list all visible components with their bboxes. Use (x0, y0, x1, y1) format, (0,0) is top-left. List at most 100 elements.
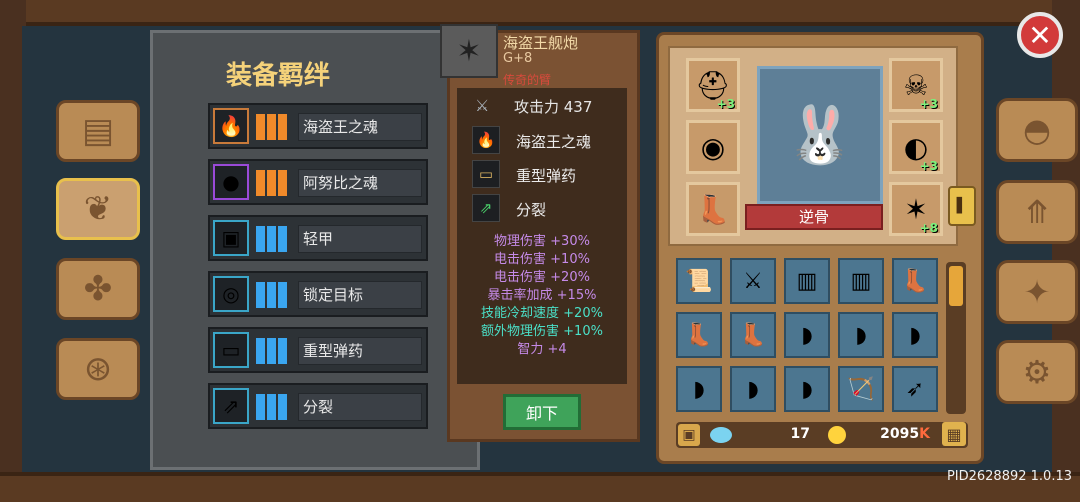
bond-row[interactable]: 🔥 海盗王之魂 (208, 103, 428, 149)
bond-level-bars (256, 226, 288, 252)
tab-vehicle[interactable]: ⊛ (56, 338, 140, 400)
steering-wheel-icon: ⊛ (83, 349, 113, 389)
bookmark-icon: ▌ (956, 198, 968, 214)
lock-button[interactable]: ▣ (678, 424, 700, 446)
top-frame (0, 0, 1080, 26)
gem-count: 17 (790, 426, 810, 442)
inventory-slot[interactable]: ◗ (730, 366, 776, 412)
equipment-bonds-panel: 装备羁绊 🔥 海盗王之魂 ● 阿努比之魂 ▣ 轻甲 ◎ 锁定目标 ▭ 重型弹药 ⇗ 分裂 (150, 30, 480, 470)
helmet-slot[interactable]: ⛑ +3 (686, 58, 740, 112)
inventory-slot[interactable]: 👢 (892, 258, 938, 304)
bond-name: 海盗王之魂 (298, 113, 422, 141)
inventory-slot[interactable]: ▥ (838, 258, 884, 304)
bond-row[interactable]: ▭ 重型弹药 (208, 327, 428, 373)
upgrade-icon: ⤊ (1023, 193, 1051, 231)
tab-pets[interactable]: ✤ (56, 258, 140, 320)
bottom-frame (0, 472, 1080, 502)
enhance-level: +3 (919, 97, 938, 111)
inventory-slot[interactable]: 🏹 (838, 366, 884, 412)
inventory-slot[interactable]: ◗ (784, 312, 830, 358)
bond-row[interactable]: ◎ 锁定目标 (208, 271, 428, 317)
inventory-slot[interactable]: ⚔ (730, 258, 776, 304)
bond-row[interactable]: ● 阿努比之魂 (208, 159, 428, 205)
bond-name: 分裂 (298, 393, 422, 421)
scroll-icon: ❦ (83, 189, 113, 229)
grid-icon: ▦ (946, 424, 962, 444)
close-button[interactable]: ✕ (1017, 12, 1063, 58)
stat-line: 额外物理伤害 +10% (481, 324, 603, 339)
gear-icon: ⚙ (1022, 353, 1052, 391)
character-avatar-icon: 🐰 (785, 103, 855, 168)
cannon-icon: ✶ (440, 24, 498, 78)
skill-label: 分裂 (516, 201, 547, 219)
gem-icon (710, 427, 732, 443)
bond-row[interactable]: ▣ 轻甲 (208, 215, 428, 261)
bond-name: 锁定目标 (298, 281, 422, 309)
inventory-slot[interactable]: 📜 (676, 258, 722, 304)
tab-settings[interactable]: ⚙ (996, 340, 1078, 404)
scroll-thumb[interactable] (949, 266, 963, 306)
item-icon: ⚔ (743, 268, 763, 294)
inventory-slot[interactable]: ◗ (784, 366, 830, 412)
boots-slot[interactable]: 👢 (686, 182, 740, 236)
inventory-slot[interactable]: ➶ (892, 366, 938, 412)
item-icon: ➶ (905, 376, 925, 402)
panel-title: 装备羁绊 (225, 61, 330, 91)
bond-level-bars (256, 394, 288, 420)
inventory-slot[interactable]: ◗ (838, 312, 884, 358)
ammo-icon: ▭ (472, 160, 500, 188)
armor-icon: ▣ (213, 220, 249, 256)
sort-button[interactable]: ▦ (942, 422, 966, 446)
tab-codex[interactable]: ▤ (56, 100, 140, 162)
stat-line: 物理伤害 +30% (494, 234, 590, 249)
item-icon: ◗ (801, 376, 813, 402)
enhance-level: +3 (716, 97, 735, 111)
skull-slot[interactable]: ☠ +3 (889, 58, 943, 112)
bond-level-bars (256, 338, 288, 364)
split-arrows-icon: ⇗ (472, 194, 500, 222)
stat-line: 暴击率加成 +15% (487, 288, 597, 303)
character-name: 逆骨 (745, 204, 883, 230)
sword-icon: ⚔ (475, 96, 490, 115)
lock-icon: ▣ (682, 427, 696, 443)
character-portrait: 🐰 (757, 66, 883, 204)
stat-line: 智力 +4 (517, 342, 567, 357)
bond-name: 轻甲 (298, 225, 422, 253)
skill-row: ▭ 重型弹药 (472, 160, 622, 188)
cannon-slot[interactable]: ✶ +8 (889, 182, 943, 236)
inventory-slot[interactable]: 👢 (676, 312, 722, 358)
inventory-slot[interactable]: 👢 (730, 312, 776, 358)
gold-count: 2095K (880, 426, 930, 442)
stat-line: 电击伤害 +10% (494, 252, 590, 267)
inventory-slot[interactable]: ◗ (676, 366, 722, 412)
tab-talents[interactable]: ✦ (996, 260, 1078, 324)
stat-line: 电击伤害 +20% (494, 270, 590, 285)
boots-icon: 👢 (695, 192, 731, 226)
unequip-button[interactable]: 卸下 (503, 394, 581, 430)
item-icon: 👢 (901, 268, 929, 294)
skill-label: 重型弹药 (516, 167, 577, 185)
inventory-slot[interactable]: ▥ (784, 258, 830, 304)
enhance-level: +8 (919, 221, 938, 235)
enhance-level: +3 (919, 159, 938, 173)
tab-character[interactable]: ◓ (996, 98, 1078, 162)
paw-icon: ✤ (83, 269, 113, 309)
item-icon: ◗ (747, 376, 759, 402)
ring-slot[interactable]: ◉ (686, 120, 740, 174)
inventory-slot[interactable]: ◗ (892, 312, 938, 358)
coin-icon (828, 426, 846, 444)
bond-level-bars (256, 282, 288, 308)
item-icon: 📜 (685, 268, 713, 294)
stat-line: 技能冷却速度 +20% (481, 306, 603, 321)
bond-row[interactable]: ⇗ 分裂 (208, 383, 428, 429)
shoulder-slot[interactable]: ◐ +3 (889, 120, 943, 174)
skill-row: 🔥 海盗王之魂 (472, 126, 622, 154)
item-icon: 👢 (685, 322, 713, 348)
ring-icon: ◉ (700, 130, 726, 164)
inventory-grid: 📜 ⚔ ▥ ▥ 👢 👢 👢 ◗ ◗ ◗ ◗ ◗ ◗ 🏹 ➶ (676, 258, 940, 414)
tab-upgrade[interactable]: ⤊ (996, 180, 1078, 244)
expand-tab[interactable]: ▌ (948, 186, 976, 226)
bond-level-bars (256, 170, 288, 196)
tab-equipment-bonds[interactable]: ❦ (56, 178, 140, 240)
right-frame (1052, 0, 1080, 502)
